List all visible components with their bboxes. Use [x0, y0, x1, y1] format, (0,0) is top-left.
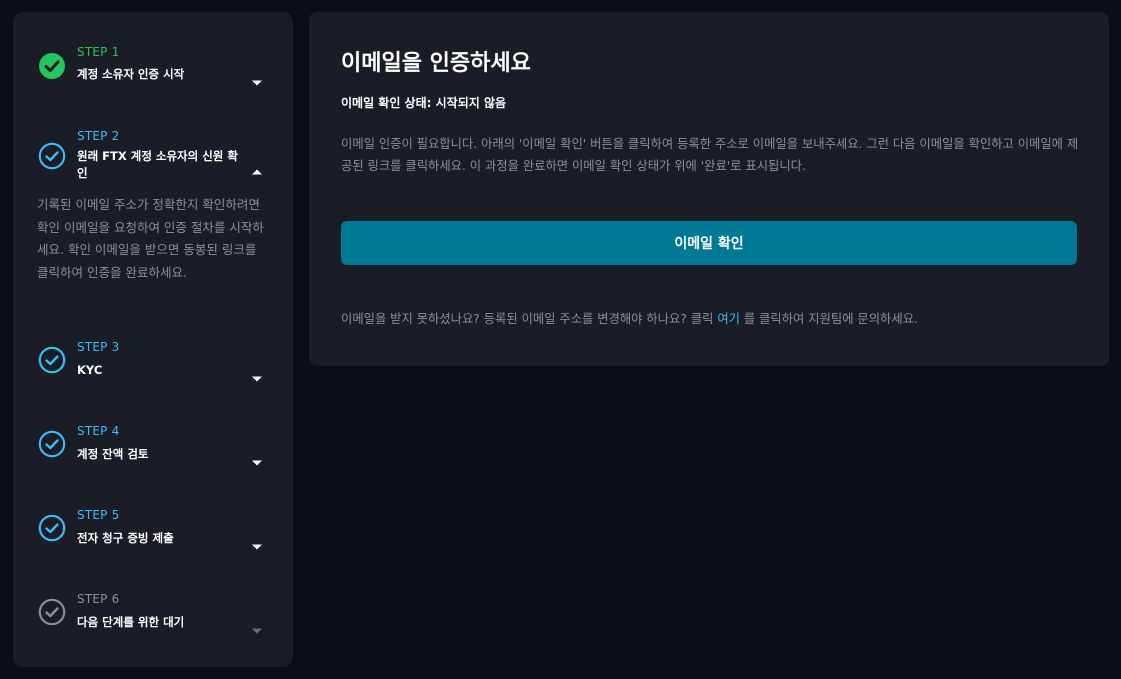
email-status: 이메일 확인 상태: 시작되지 않음: [341, 94, 506, 111]
step-6[interactable]: STEP 6 다음 단계를 위한 대기: [13, 584, 293, 664]
chevron-down-icon[interactable]: [251, 536, 263, 550]
step-label: STEP 2: [77, 129, 120, 143]
step-3[interactable]: STEP 3 KYC: [13, 332, 293, 412]
support-link[interactable]: 여기: [717, 312, 740, 326]
check-circle-filled-icon: [38, 52, 66, 80]
check-circle-outline-icon: [38, 430, 66, 458]
chevron-down-icon[interactable]: [251, 452, 263, 466]
step-title: 다음 단계를 위한 대기: [77, 615, 185, 629]
step-sidebar: STEP 1 계정 소유자 인증 시작 STEP 2 원래 FTX 계정 소유자…: [13, 12, 293, 667]
check-circle-outline-icon: [38, 514, 66, 542]
step-title: 계정 잔액 검토: [77, 447, 149, 461]
step-5[interactable]: STEP 5 전자 청구 증빙 제출: [13, 500, 293, 580]
verify-email-button[interactable]: 이메일 확인: [341, 221, 1077, 265]
chevron-up-icon[interactable]: [251, 161, 263, 175]
step-2-description: 기록된 이메일 주소가 정확한지 확인하려면 확인 이메일을 요청하여 인증 절…: [37, 197, 264, 280]
help-text-before: 이메일을 받지 못하셨나요? 등록된 이메일 주소를 변경해야 하나요? 클릭: [341, 312, 714, 326]
check-circle-outline-icon: [38, 598, 66, 626]
step-title: KYC: [77, 363, 103, 377]
step-title: 원래 FTX 계정 소유자의 신원 확인: [77, 149, 238, 180]
step-label: STEP 6: [77, 592, 120, 606]
step-label: STEP 1: [77, 45, 120, 59]
step-4[interactable]: STEP 4 계정 잔액 검토: [13, 416, 293, 496]
verification-description: 이메일 인증이 필요합니다. 아래의 '이메일 확인' 버튼을 클릭하여 등록한…: [341, 137, 1079, 173]
page-title: 이메일을 인증하세요: [341, 51, 531, 76]
chevron-down-icon[interactable]: [251, 72, 263, 86]
email-verification-panel: 이메일을 인증하세요 이메일 확인 상태: 시작되지 않음 이메일 인증이 필요…: [309, 12, 1109, 366]
step-1[interactable]: STEP 1 계정 소유자 인증 시작: [13, 12, 293, 112]
help-text-after: 를 클릭하여 지원팀에 문의하세요.: [743, 312, 918, 326]
step-label: STEP 5: [77, 508, 120, 522]
step-label: STEP 4: [77, 424, 120, 438]
step-label: STEP 3: [77, 340, 120, 354]
check-circle-outline-icon: [38, 346, 66, 374]
check-circle-outline-icon: [38, 142, 66, 170]
email-status-value: 시작되지 않음: [435, 96, 507, 110]
email-status-label: 이메일 확인 상태:: [341, 96, 432, 110]
chevron-down-icon[interactable]: [251, 368, 263, 382]
support-help-text: 이메일을 받지 못하셨나요? 등록된 이메일 주소를 변경해야 하나요? 클릭 …: [341, 309, 918, 327]
step-title: 계정 소유자 인증 시작: [77, 67, 185, 81]
step-title: 전자 청구 증빙 제출: [77, 531, 174, 545]
chevron-down-icon: [251, 620, 263, 634]
